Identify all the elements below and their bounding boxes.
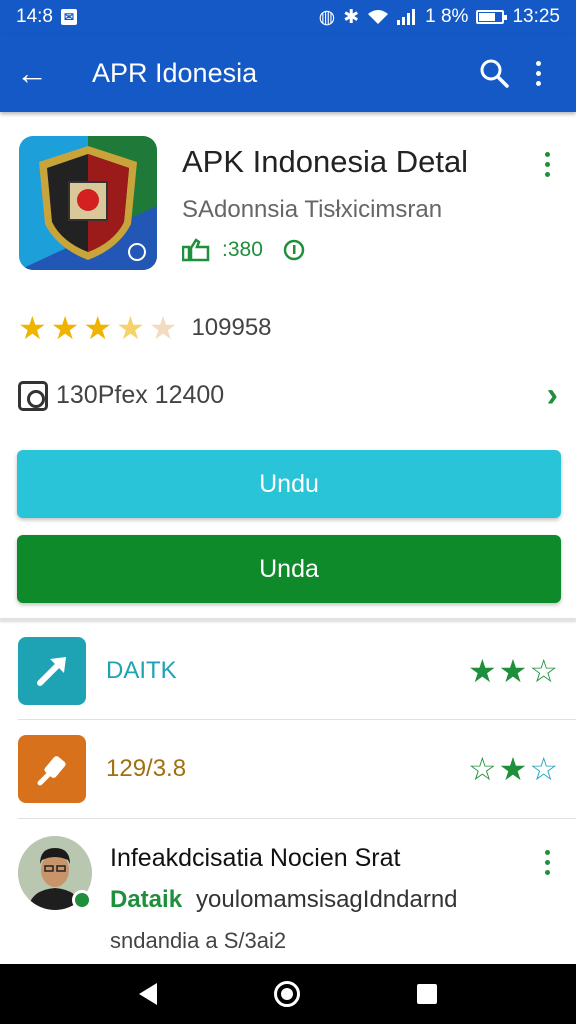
status-left: 14:8 ✉ <box>16 6 77 28</box>
status-time: 14:8 <box>16 6 53 27</box>
thumbs-up-icon <box>182 238 210 262</box>
star-half-icon: ★ <box>116 310 145 346</box>
verified-badge-icon <box>72 890 92 910</box>
back-arrow-icon[interactable]: ← <box>16 57 60 89</box>
star-filled-icon: ★ <box>18 310 47 346</box>
info-text: 130Pfex 12400 <box>56 381 225 409</box>
camera-icon <box>18 380 48 411</box>
review-line-1: Dataik youlomamsisagIdndarnd <box>110 886 458 914</box>
review-text-1: youlomamsisagIdndarnd <box>196 886 458 913</box>
list-item[interactable]: 129/3.8 ☆ ★ ☆ <box>0 720 576 818</box>
nav-back-icon[interactable] <box>138 983 157 1005</box>
download-button-primary[interactable]: Undu <box>17 450 561 518</box>
star-filled-icon: ★ <box>498 751 528 787</box>
battery-icon <box>476 10 508 24</box>
info-circle-icon[interactable] <box>283 239 305 261</box>
star-filled-icon: ★ <box>83 310 113 346</box>
status-clock: 13:25 <box>512 6 560 27</box>
download-button-secondary[interactable]: Unda <box>17 535 561 603</box>
star-faded-icon: ★ <box>148 310 178 346</box>
more-vert-icon[interactable] <box>516 60 560 86</box>
chevron-right-icon[interactable]: › <box>547 376 558 415</box>
review-text-2: sndandia a S/3ai2 <box>110 928 287 953</box>
app-name: APK Indonesia Detal <box>182 144 469 179</box>
star-outline-icon: ☆ <box>529 751 558 787</box>
signal-icon <box>397 9 416 25</box>
app-emblem-icon <box>19 136 157 270</box>
nav-recents-icon[interactable] <box>417 984 438 1004</box>
bluetooth-icon: ✱ <box>343 6 360 28</box>
rating-row: ★ ★ ★ ★ ★ 109958 <box>18 312 272 344</box>
review-more-icon[interactable] <box>545 850 550 875</box>
app-more-icon[interactable] <box>545 152 550 177</box>
star-filled-icon: ★ <box>50 310 80 346</box>
system-nav-bar <box>0 964 576 1024</box>
wrench-icon <box>18 735 86 803</box>
app-bar: ← APR Idonesia <box>0 34 576 112</box>
rating-count: 109958 <box>191 314 272 341</box>
battery-percent: 1 8% <box>425 6 469 27</box>
star-outline-icon: ☆ <box>529 653 558 689</box>
status-right: ◍ ✱ 1 8% 13:25 <box>319 6 560 29</box>
list-item-stars: ★ ★ ☆ <box>468 655 558 687</box>
list-item-label: 129/3.8 <box>106 755 187 782</box>
review-author: Infeakdcisatiа Nocien Srat <box>110 844 401 872</box>
page-title: APR Idonesia <box>92 57 258 88</box>
section-divider <box>0 618 576 621</box>
info-row[interactable]: 130Pfex 12400 › <box>18 376 558 415</box>
star-filled-icon: ★ <box>498 653 528 689</box>
vibrate-icon: ◍ <box>318 6 336 28</box>
list-item[interactable]: DAITK ★ ★ ☆ <box>0 622 576 720</box>
star-outline-icon: ☆ <box>467 751 497 787</box>
notification-icon: ✉ <box>60 9 77 25</box>
list-item-label: DAITK <box>106 657 177 684</box>
review-tag: Dataik <box>110 886 183 913</box>
review-item[interactable]: Infeakdcisatiа Nocien Srat Dataik youloma… <box>0 830 576 964</box>
list-divider <box>18 818 576 819</box>
arrow-up-right-icon <box>18 637 86 705</box>
download-count: :380 <box>222 238 263 261</box>
app-meta: :380 <box>182 238 305 262</box>
search-icon[interactable] <box>472 58 516 88</box>
nav-home-icon[interactable] <box>273 981 300 1007</box>
wifi-icon <box>368 10 389 24</box>
list-item-stars: ☆ ★ ☆ <box>468 753 558 785</box>
developer-name[interactable]: SAdonnsia Tisłxicimsran <box>182 196 442 224</box>
status-bar: 14:8 ✉ ◍ ✱ 1 8% 13:25 <box>0 0 576 34</box>
app-header: APK Indonesia Detal SAdonnsia Tisłxicims… <box>0 122 576 282</box>
star-filled-icon: ★ <box>467 653 497 689</box>
